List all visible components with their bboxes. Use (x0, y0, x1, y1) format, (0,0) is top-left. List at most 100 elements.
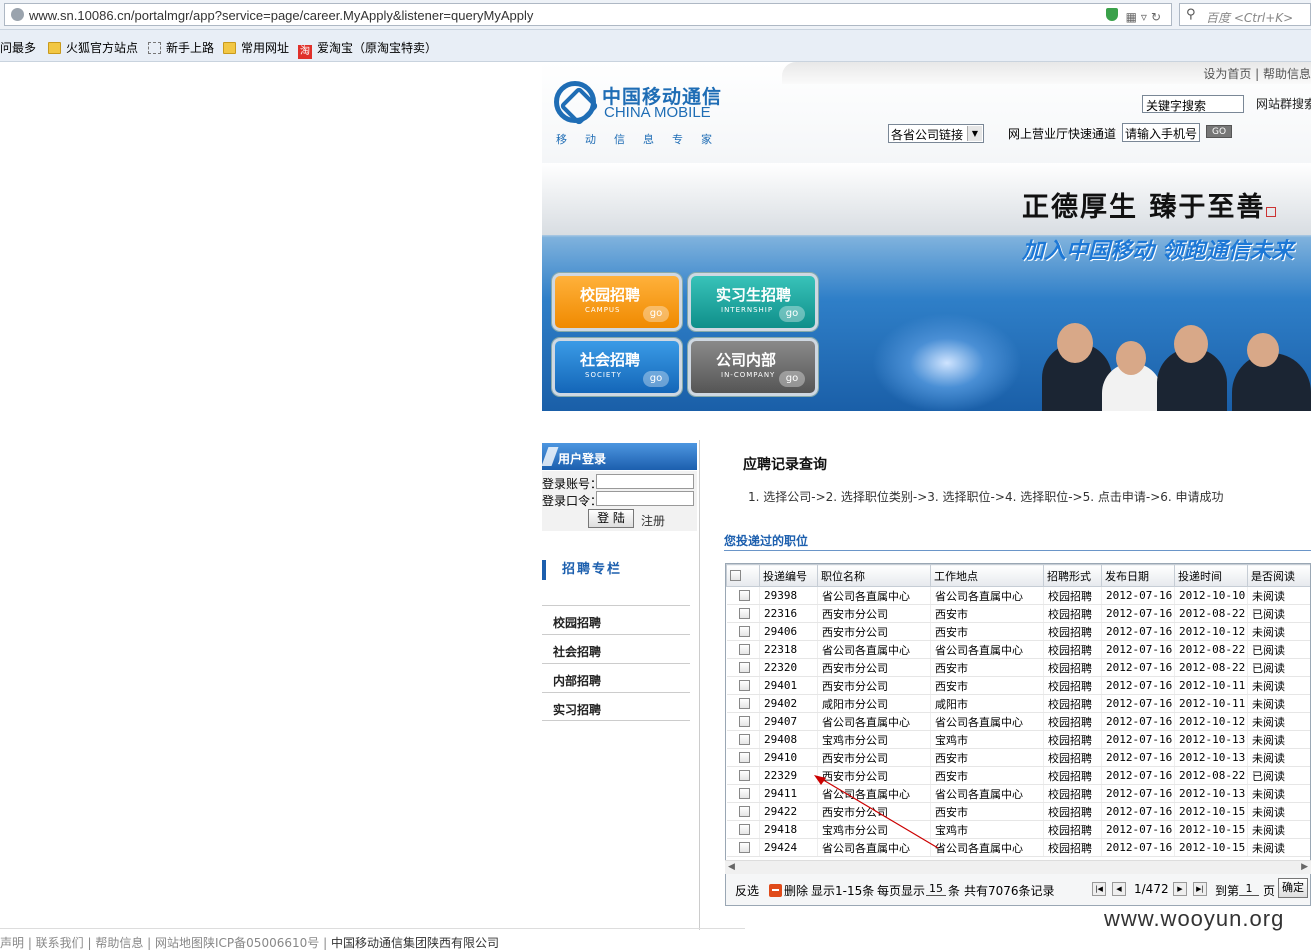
row-checkbox[interactable] (739, 662, 750, 673)
delete-button[interactable]: 删除 (769, 882, 808, 899)
row-checkbox[interactable] (739, 752, 750, 763)
password-input[interactable] (596, 491, 694, 506)
bookmark-most-visited[interactable]: 访问最多 (0, 39, 36, 56)
table-cell: 2012-07-16 (1102, 731, 1175, 749)
column-header[interactable]: 是否阅读 (1248, 565, 1311, 587)
password-label: 登录口令： (542, 492, 602, 509)
globe-icon (11, 8, 24, 21)
goto-page-input[interactable]: 1 (1239, 882, 1259, 896)
login-button[interactable]: 登 陆 (588, 509, 634, 528)
table-cell: 西安市 (931, 623, 1044, 641)
scroll-right-icon[interactable]: ▶ (1301, 862, 1308, 872)
row-checkbox[interactable] (739, 608, 750, 619)
browser-search[interactable]: ⚲ 百度 <Ctrl+K> (1179, 3, 1311, 26)
table-row[interactable]: 29408宝鸡市分公司宝鸡市校园招聘2012-07-162012-10-13未阅… (727, 731, 1311, 749)
dropdown-icon[interactable]: ▿ (1141, 10, 1151, 24)
table-row[interactable]: 29401西安市分公司西安市校园招聘2012-07-162012-10-11未阅… (727, 677, 1311, 695)
search-placeholder[interactable]: 百度 <Ctrl+K> (1206, 9, 1293, 26)
keyword-search-input[interactable]: 关键字搜索 (1142, 95, 1244, 113)
row-checkbox[interactable] (739, 806, 750, 817)
annotation-arrow-icon (810, 772, 950, 852)
horizontal-scrollbar[interactable]: ◀▶ (725, 860, 1311, 874)
table-cell: 校园招聘 (1044, 659, 1102, 677)
table-cell: 未阅读 (1248, 677, 1311, 695)
per-page-input[interactable]: 15 (926, 882, 946, 896)
row-checkbox[interactable] (739, 590, 750, 601)
first-page-icon[interactable]: |◀ (1092, 882, 1106, 896)
table-cell: 省公司各直属中心 (931, 713, 1044, 731)
phone-input[interactable]: 请输入手机号 (1122, 123, 1200, 142)
register-link[interactable]: 注册 (641, 512, 665, 529)
table-cell: 22318 (760, 641, 818, 659)
sidebar-item-campus[interactable]: 校园招聘 (542, 605, 690, 634)
table-row[interactable]: 29407省公司各直属中心省公司各直属中心校园招聘2012-07-162012-… (727, 713, 1311, 731)
footer-links[interactable]: 声明 | 联系我们 | 帮助信息 | 网站地图陕ICP备05006610号 | (0, 936, 327, 950)
row-checkbox[interactable] (739, 716, 750, 727)
table-cell: 未阅读 (1248, 695, 1311, 713)
page-info: 1/472 (1134, 882, 1169, 896)
column-header[interactable]: 发布日期 (1102, 565, 1175, 587)
row-checkbox[interactable] (739, 770, 750, 781)
folder-icon (48, 42, 61, 54)
row-checkbox[interactable] (739, 626, 750, 637)
bookmark-taobao[interactable]: 淘爱淘宝（原淘宝特卖） (298, 39, 437, 59)
shield-icon[interactable] (1106, 8, 1118, 21)
table-row[interactable]: 22316西安市分公司西安市校园招聘2012-07-162012-08-22已阅… (727, 605, 1311, 623)
last-page-icon[interactable]: ▶| (1193, 882, 1207, 896)
table-cell: 校园招聘 (1044, 641, 1102, 659)
column-header[interactable]: 职位名称 (818, 565, 931, 587)
in-company-recruit-button[interactable]: 公司内部IN-COMPANYgo (688, 338, 818, 396)
province-select[interactable]: 各省公司链接▼ (888, 124, 984, 143)
row-checkbox[interactable] (739, 698, 750, 709)
qr-icon[interactable]: ▦ (1126, 10, 1141, 24)
table-cell: 2012-07-16 (1102, 587, 1175, 605)
invert-selection-link[interactable]: 反选 (735, 882, 759, 899)
slogan-secondary: 加入中国移动 领跑通信未来 (1022, 233, 1294, 265)
scroll-left-icon[interactable]: ◀ (728, 862, 735, 872)
table-cell: 校园招聘 (1044, 731, 1102, 749)
table-cell: 22316 (760, 605, 818, 623)
internship-recruit-button[interactable]: 实习生招聘INTERNSHIPgo (688, 273, 818, 331)
account-input[interactable] (596, 474, 694, 489)
url-text[interactable]: www.sn.10086.cn/portalmgr/app?service=pa… (29, 8, 533, 23)
column-header[interactable]: 投递编号 (760, 565, 818, 587)
apply-steps: 1. 选择公司->2. 选择职位类别->3. 选择职位->4. 选择职位->5.… (748, 488, 1224, 505)
url-bar[interactable]: www.sn.10086.cn/portalmgr/app?service=pa… (4, 3, 1172, 26)
row-checkbox[interactable] (739, 824, 750, 835)
table-row[interactable]: 29406西安市分公司西安市校园招聘2012-07-162012-10-12未阅… (727, 623, 1311, 641)
bookmark-common-sites[interactable]: 常用网址 (223, 39, 289, 56)
sidebar-item-internal[interactable]: 内部招聘 (542, 663, 690, 692)
row-checkbox[interactable] (739, 644, 750, 655)
column-header[interactable]: 投递时间 (1175, 565, 1248, 587)
row-checkbox[interactable] (739, 680, 750, 691)
sidebar-item-internship[interactable]: 实习招聘 (542, 692, 690, 721)
column-header[interactable]: 工作地点 (931, 565, 1044, 587)
society-recruit-button[interactable]: 社会招聘SOCIETYgo (552, 338, 682, 396)
table-row[interactable]: 22318省公司各直属中心省公司各直属中心校园招聘2012-07-162012-… (727, 641, 1311, 659)
campus-recruit-button[interactable]: 校园招聘CAMPUSgo (552, 273, 682, 331)
table-cell: 2012-07-16 (1102, 767, 1175, 785)
table-row[interactable]: 22320西安市分公司西安市校园招聘2012-07-162012-08-22已阅… (727, 659, 1311, 677)
go-button[interactable]: GO (1206, 125, 1232, 138)
table-cell: 2012-10-15 (1175, 839, 1248, 857)
table-row[interactable]: 29398省公司各直属中心省公司各直属中心校园招聘2012-07-162012-… (727, 587, 1311, 605)
bookmark-firefox[interactable]: 火狐官方站点 (48, 39, 138, 56)
row-checkbox[interactable] (739, 734, 750, 745)
reload-icon[interactable]: ↻ (1151, 10, 1165, 24)
table-cell: 未阅读 (1248, 749, 1311, 767)
row-select-cell (727, 695, 760, 713)
bookmark-getting-started[interactable]: 新手上路 (148, 39, 214, 56)
row-checkbox[interactable] (739, 842, 750, 853)
select-all-checkbox[interactable] (730, 570, 741, 581)
prev-page-icon[interactable]: ◀ (1112, 882, 1126, 896)
table-row[interactable]: 29410西安市分公司西安市校园招聘2012-07-162012-10-13未阅… (727, 749, 1311, 767)
top-links[interactable]: 设为首页 | 帮助信息 (1203, 65, 1311, 82)
next-page-icon[interactable]: ▶ (1173, 882, 1187, 896)
site-search-link[interactable]: 网站群搜索 (1256, 95, 1311, 112)
sidebar-item-society[interactable]: 社会招聘 (542, 634, 690, 663)
column-header[interactable]: 招聘形式 (1044, 565, 1102, 587)
confirm-button[interactable]: 确定 (1278, 878, 1308, 898)
table-row[interactable]: 29402咸阳市分公司咸阳市校园招聘2012-07-162012-10-11未阅… (727, 695, 1311, 713)
row-checkbox[interactable] (739, 788, 750, 799)
table-cell: 2012-08-22 (1175, 659, 1248, 677)
